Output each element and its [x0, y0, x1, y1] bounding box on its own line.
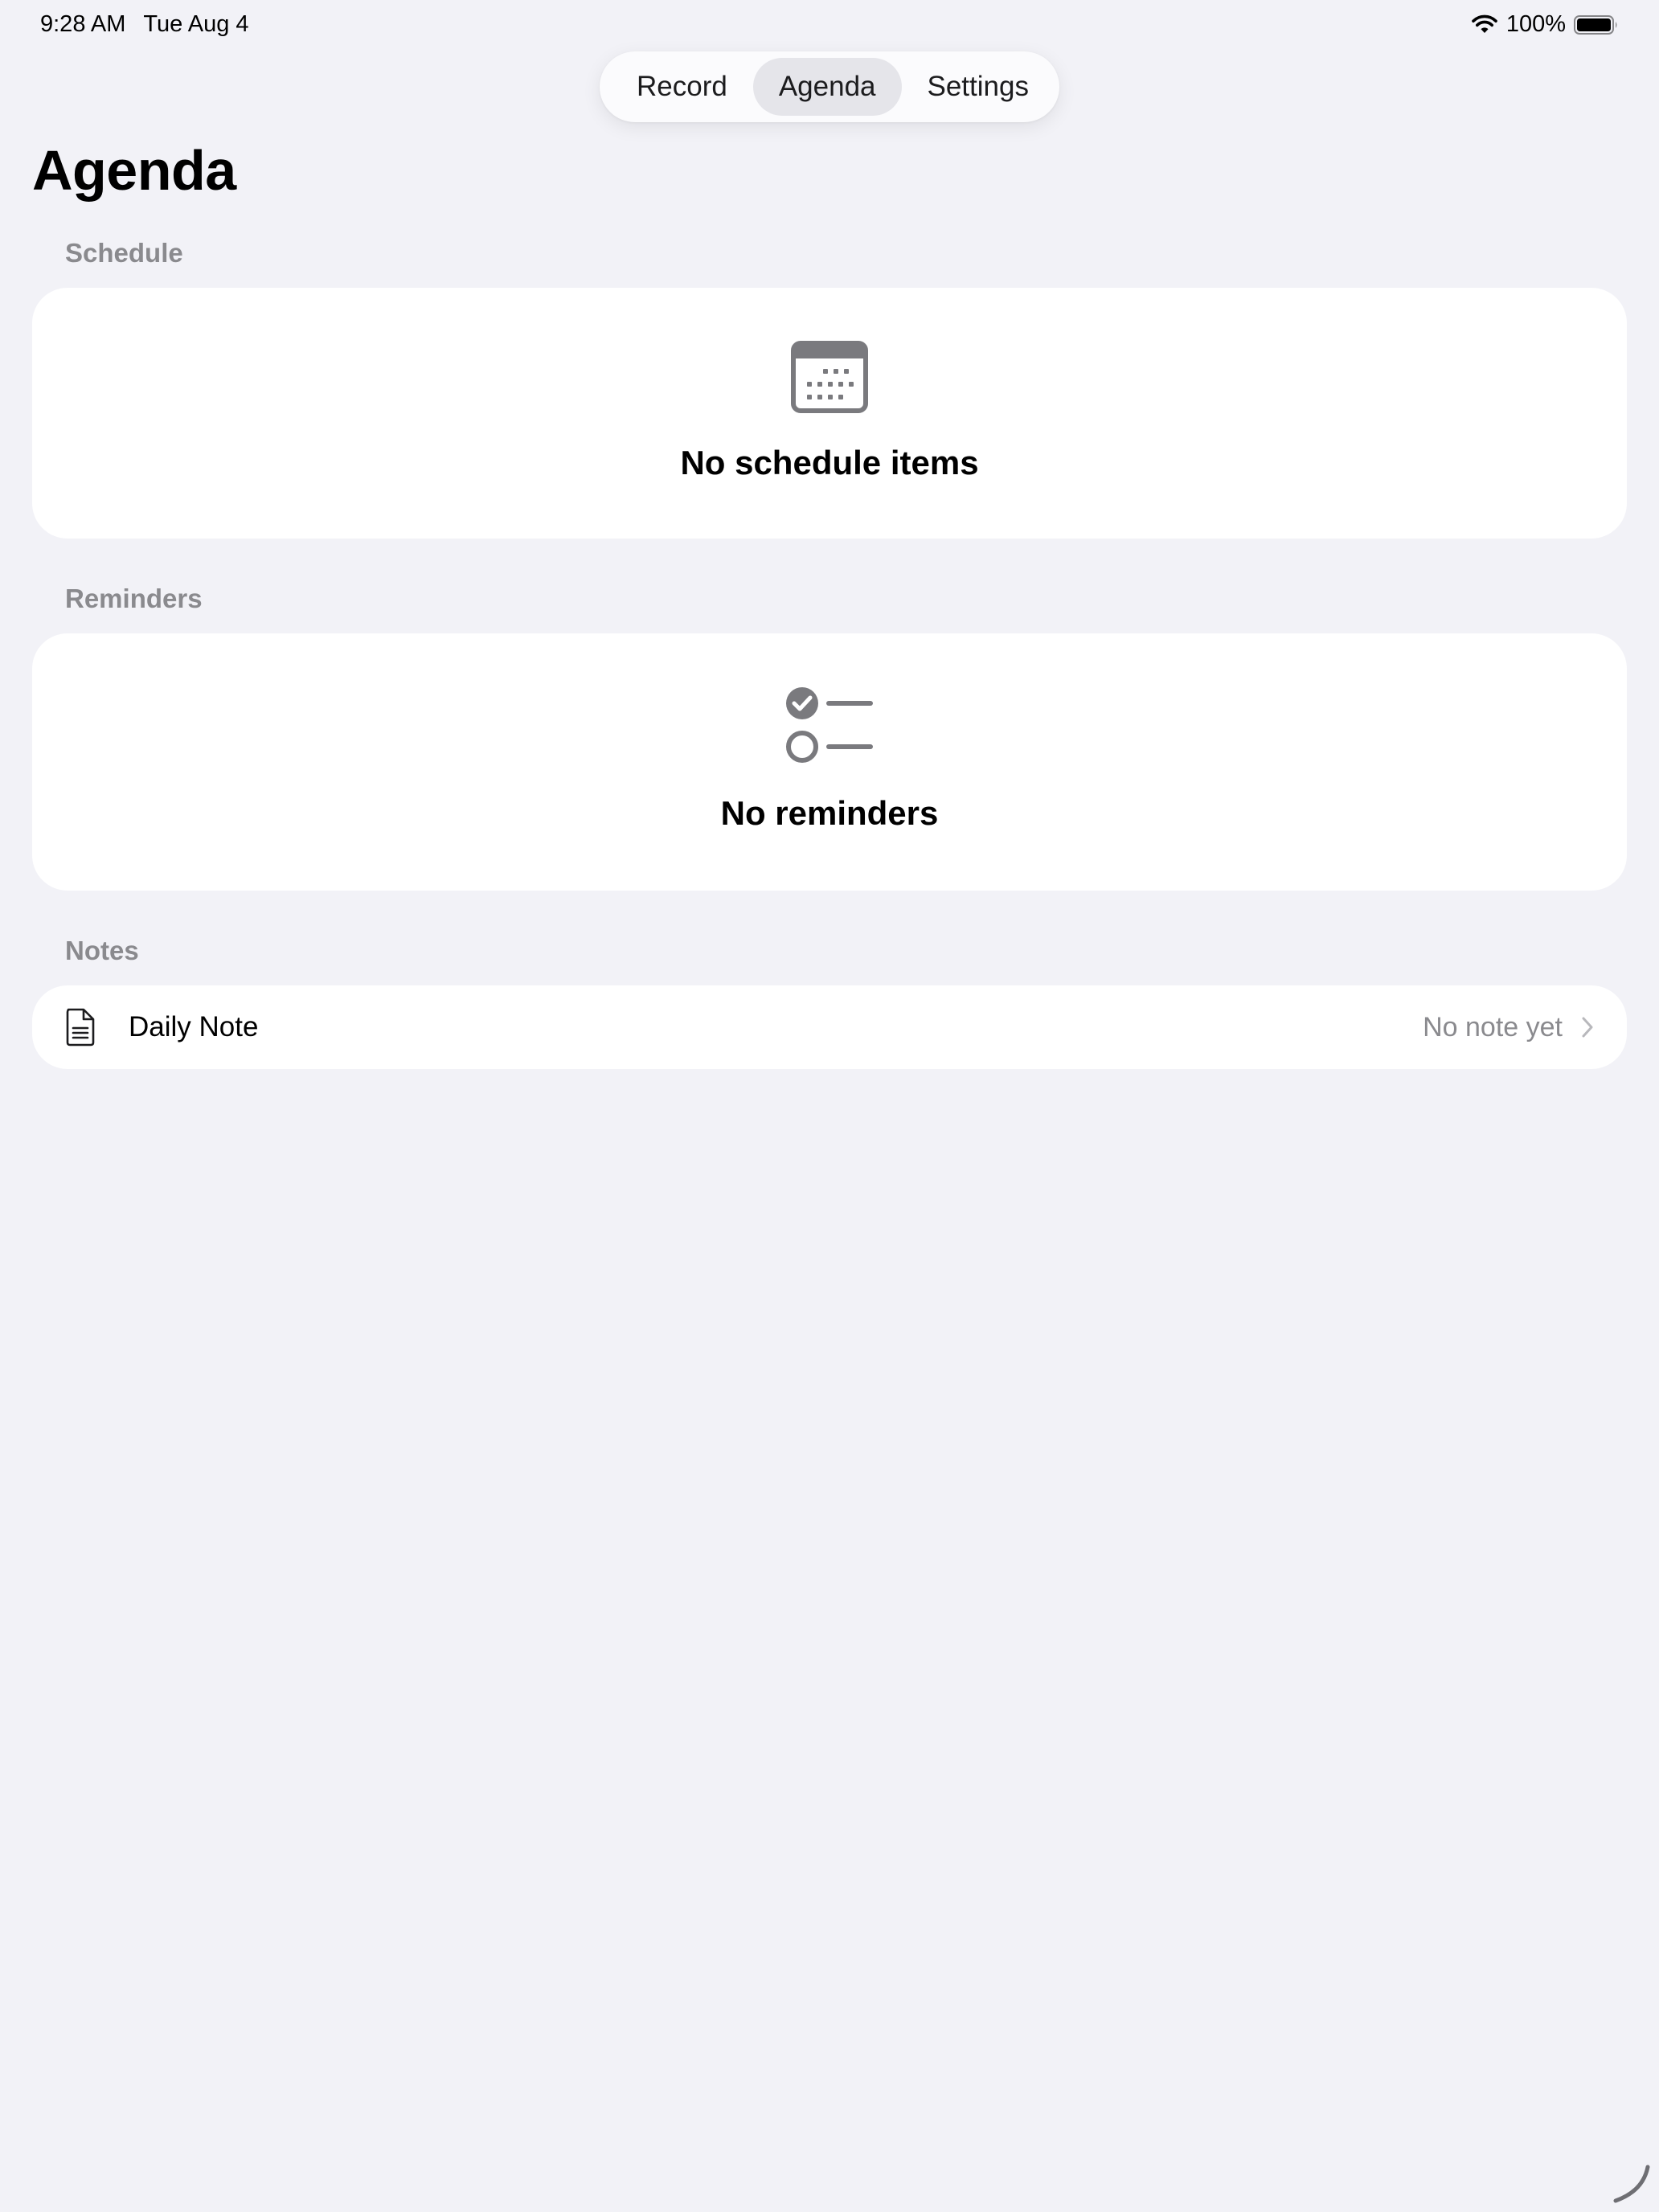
calendar-icon	[791, 341, 868, 413]
tab-switcher: Record Agenda Settings	[600, 51, 1059, 122]
battery-percent: 100%	[1505, 11, 1566, 37]
status-bar: 9:28 AM Tue Aug 4 100%	[0, 0, 1659, 51]
document-icon	[66, 1008, 95, 1047]
status-date: Tue Aug 4	[143, 11, 249, 37]
schedule-empty-text: No schedule items	[680, 444, 979, 481]
battery-icon	[1574, 14, 1617, 35]
reminders-section-header: Reminders	[65, 584, 203, 613]
notes-section-header: Notes	[65, 936, 139, 965]
window-resize-handle[interactable]	[1611, 2164, 1651, 2204]
schedule-card: No schedule items	[32, 288, 1627, 539]
status-right: 100%	[1471, 11, 1619, 38]
wifi-icon	[1472, 14, 1497, 33]
daily-note-row[interactable]: Daily Note No note yet	[32, 985, 1627, 1069]
status-left: 9:28 AM Tue Aug 4	[40, 11, 249, 38]
daily-note-status: No note yet	[1423, 1011, 1563, 1043]
page-title: Agenda	[32, 139, 236, 202]
tab-settings[interactable]: Settings	[902, 58, 1055, 116]
reminders-card: No reminders	[32, 633, 1627, 891]
chevron-right-icon	[1582, 1017, 1593, 1038]
checklist-icon	[786, 687, 873, 763]
schedule-section-header: Schedule	[65, 238, 183, 268]
daily-note-label: Daily Note	[129, 1011, 259, 1043]
tab-record[interactable]: Record	[611, 58, 753, 116]
reminders-empty-text: No reminders	[720, 794, 939, 832]
notes-card: Daily Note No note yet	[32, 985, 1627, 1069]
status-time: 9:28 AM	[40, 11, 126, 37]
tab-agenda[interactable]: Agenda	[752, 58, 902, 116]
